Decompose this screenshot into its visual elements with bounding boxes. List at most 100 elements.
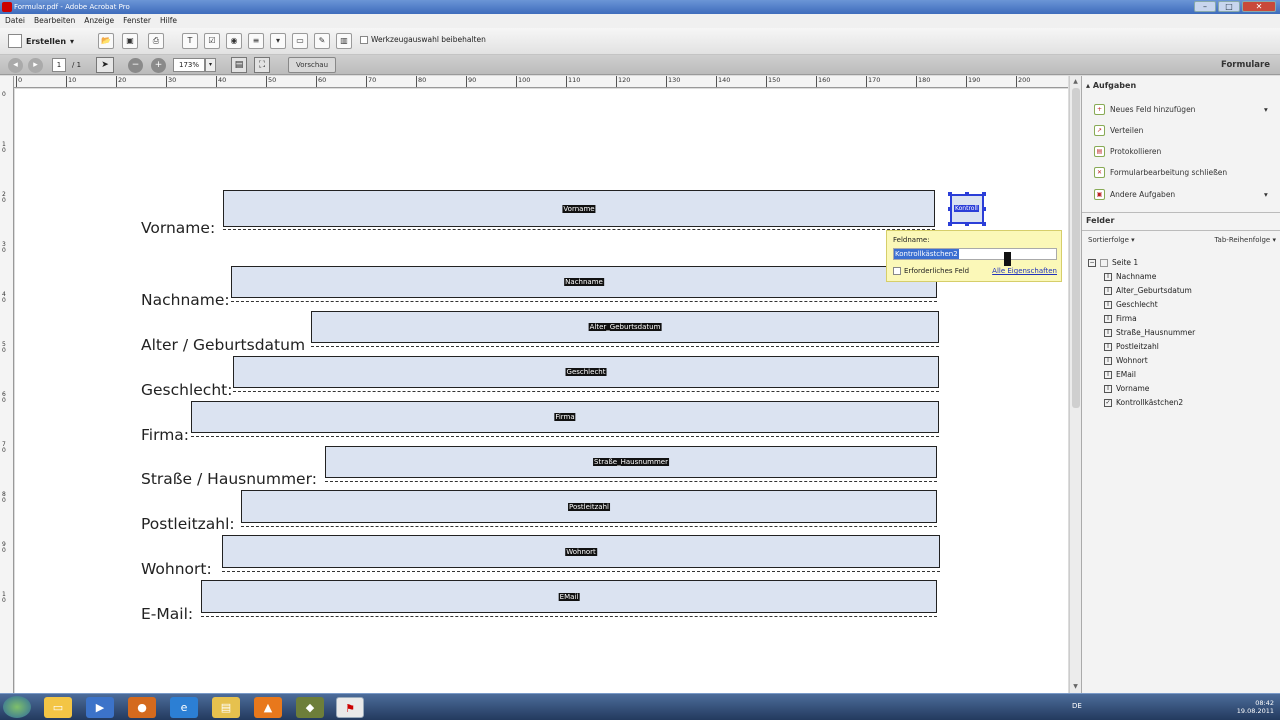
tree-item[interactable]: ✓ Kontrollkästchen2 [1088, 396, 1195, 410]
menu-fenster[interactable]: Fenster [123, 14, 151, 28]
dropdown-tool-icon[interactable]: ▾ [270, 33, 286, 49]
task-distribute[interactable]: ↗ Verteilen [1094, 125, 1143, 136]
scroll-down-icon[interactable]: ▼ [1072, 683, 1079, 691]
collapse-tree-icon[interactable]: − [1088, 259, 1096, 267]
internet-explorer-icon[interactable]: e [170, 697, 198, 718]
menu-bar: Datei Bearbeiten Anzeige Fenster Hilfe [0, 14, 1280, 28]
fit-width-icon[interactable]: ⛶ [254, 57, 270, 73]
preview-button[interactable]: Vorschau [288, 57, 336, 73]
form-field-strasse-hausnummer[interactable]: Straße_Hausnummer [325, 446, 937, 478]
form-field-geschlecht[interactable]: Geschlecht [233, 356, 939, 388]
open-folder-icon[interactable]: 📂 [98, 33, 114, 49]
form-field-wohnort[interactable]: Wohnort [222, 535, 940, 568]
text-field-tool-icon[interactable]: T [182, 33, 198, 49]
scroll-up-icon[interactable]: ▲ [1072, 78, 1079, 86]
zoom-out-icon[interactable]: − [128, 58, 143, 73]
start-button[interactable] [3, 696, 31, 718]
form-label: Vorname: [141, 219, 216, 237]
scroll-thumb[interactable] [1072, 88, 1080, 408]
form-field-alter-geburtsdatum[interactable]: Alter_Geburtsdatum [311, 311, 939, 343]
task-close-form-editing[interactable]: ✕ Formularbearbeitung schließen [1094, 167, 1227, 178]
next-page-icon[interactable]: ▸ [28, 58, 43, 73]
select-cursor-icon[interactable]: ➤ [96, 57, 114, 73]
tree-item[interactable]: I EMail [1088, 368, 1195, 382]
explorer-icon[interactable]: ▭ [44, 697, 72, 718]
resize-handle[interactable] [982, 192, 986, 196]
field-name-input[interactable]: Kontrollkästchen2 [893, 248, 1057, 260]
maximize-button[interactable]: □ [1218, 1, 1240, 12]
all-properties-link[interactable]: Alle Eigenschaften [992, 267, 1057, 275]
menu-bearbeiten[interactable]: Bearbeiten [34, 14, 75, 28]
tree-item[interactable]: I Firma [1088, 312, 1195, 326]
tree-item[interactable]: I Alter_Geburtsdatum [1088, 284, 1195, 298]
window-title-bar[interactable]: Formular.pdf - Adobe Acrobat Pro – □ ✕ [0, 0, 1280, 14]
sort-row: Sortierfolge ▾ Tab-Reihenfolge ▾ [1088, 236, 1276, 244]
resize-handle[interactable] [948, 192, 952, 196]
vertical-scrollbar[interactable]: ▲ ▼ [1069, 76, 1081, 693]
ruler-tick-label: 6 0 [2, 391, 6, 404]
task-track[interactable]: ▤ Protokollieren [1094, 146, 1161, 157]
form-field-firma[interactable]: Firma [191, 401, 939, 433]
task-other-tasks[interactable]: ▣ Andere Aufgaben ▾ [1094, 189, 1268, 200]
radio-tool-icon[interactable]: ◉ [226, 33, 242, 49]
resize-handle[interactable] [965, 222, 969, 226]
resize-handle[interactable] [948, 207, 952, 211]
page-number-input[interactable]: 1 [52, 58, 66, 72]
sort-order-dropdown[interactable]: Sortierfolge ▾ [1088, 236, 1135, 244]
resize-handle[interactable] [965, 192, 969, 196]
signature-tool-icon[interactable]: ✎ [314, 33, 330, 49]
resize-handle[interactable] [948, 222, 952, 226]
print-icon[interactable]: ⎙ [148, 33, 164, 49]
form-field-postleitzahl[interactable]: Postleitzahl [241, 490, 937, 523]
app-icon[interactable]: ◆ [296, 697, 324, 718]
zoom-level-input[interactable]: 173% [173, 58, 205, 72]
keep-tool-checkbox[interactable] [360, 35, 368, 44]
form-field-nachname[interactable]: Nachname [231, 266, 937, 298]
menu-hilfe[interactable]: Hilfe [160, 14, 177, 28]
ruler-tick-label: 60 [316, 76, 326, 87]
resize-handle[interactable] [982, 207, 986, 211]
add-field-icon: + [1094, 104, 1105, 115]
required-checkbox[interactable] [893, 267, 901, 275]
tree-node-page[interactable]: − Seite 1 [1088, 256, 1195, 270]
save-icon[interactable]: ▣ [122, 33, 138, 49]
fit-page-icon[interactable]: ▤ [231, 57, 247, 73]
vlc-icon[interactable]: ▲ [254, 697, 282, 718]
checkbox-field-selected[interactable]: Kontroll [950, 194, 984, 224]
tree-item[interactable]: I Nachname [1088, 270, 1195, 284]
language-indicator[interactable]: DE [1072, 702, 1082, 710]
keep-tool-selection[interactable]: Werkzeugauswahl beibehalten [360, 35, 486, 44]
zoom-in-icon[interactable]: + [151, 58, 166, 73]
zoom-dropdown-icon[interactable]: ▾ [205, 58, 216, 72]
barcode-tool-icon[interactable]: ▥ [336, 33, 352, 49]
menu-datei[interactable]: Datei [5, 14, 25, 28]
tree-item[interactable]: I Straße_Hausnummer [1088, 326, 1195, 340]
previous-page-icon[interactable]: ◂ [8, 58, 23, 73]
tree-item[interactable]: I Geschlecht [1088, 298, 1195, 312]
resize-handle[interactable] [982, 222, 986, 226]
menu-anzeige[interactable]: Anzeige [84, 14, 114, 28]
minimize-button[interactable]: – [1194, 1, 1216, 12]
required-field-option[interactable]: Erforderliches Feld [893, 267, 969, 275]
close-button[interactable]: ✕ [1242, 1, 1276, 12]
tasks-title[interactable]: ▴ Aufgaben [1086, 81, 1136, 90]
button-tool-icon[interactable]: ▭ [292, 33, 308, 49]
tab-order-dropdown[interactable]: Tab-Reihenfolge ▾ [1214, 236, 1276, 244]
create-button[interactable]: Erstellen ▾ [8, 33, 74, 49]
checkbox-tool-icon[interactable]: ☑ [204, 33, 220, 49]
firefox-icon[interactable]: ● [128, 697, 156, 718]
text-field-icon: I [1104, 343, 1112, 351]
tree-item[interactable]: I Vorname [1088, 382, 1195, 396]
tree-item[interactable]: I Wohnort [1088, 354, 1195, 368]
acrobat-taskbar-icon[interactable]: ⚑ [336, 697, 364, 718]
task-add-field[interactable]: + Neues Feld hinzufügen ▾ [1094, 104, 1268, 115]
create-label: Erstellen [26, 36, 67, 46]
field-name-popup: Feldname: Kontrollkästchen2 Erforderlich… [886, 230, 1062, 282]
tree-item[interactable]: I Postleitzahl [1088, 340, 1195, 354]
list-box-tool-icon[interactable]: ≡ [248, 33, 264, 49]
media-player-icon[interactable]: ▶ [86, 697, 114, 718]
form-field-vorname[interactable]: Vorname [223, 190, 935, 227]
form-field-email[interactable]: EMail [201, 580, 937, 613]
folder-icon[interactable]: ▤ [212, 697, 240, 718]
system-clock[interactable]: 08:42 19.08.2011 [1237, 699, 1274, 715]
